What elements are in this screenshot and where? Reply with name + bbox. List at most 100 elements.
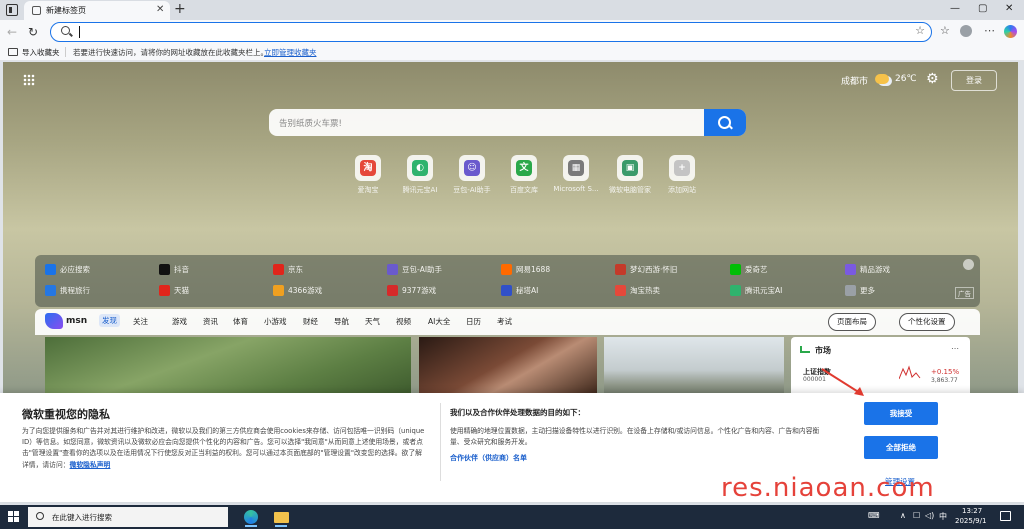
chevron-up-icon[interactable]: ∧ [900, 511, 906, 520]
favorites-hint: 若要进行快速访问，请将你的网址收藏放在此收藏夹栏上。 [73, 48, 268, 57]
shortcut-icon: ▣ [622, 160, 638, 176]
personalize-button[interactable]: 个性化设置 [899, 313, 955, 331]
page-layout-button[interactable]: 页面布局 [828, 313, 876, 331]
partners-link[interactable]: 合作伙伴（供应商）名单 [450, 453, 527, 463]
shortcut-tile[interactable]: 淘爱淘宝 [343, 155, 393, 195]
windows-start-icon[interactable] [8, 511, 19, 522]
msn-nav-tab[interactable]: 日历 [466, 316, 481, 327]
close-window-button[interactable]: ✕ [1005, 3, 1013, 14]
new-tab-button[interactable]: + [174, 1, 186, 17]
quick-link-icon [845, 285, 856, 296]
apps-grid-icon[interactable] [23, 74, 35, 86]
favorites-icon[interactable]: ☆ [940, 24, 950, 37]
msn-nav-tab[interactable]: 导航 [334, 316, 349, 327]
quick-link-label: 天猫 [174, 286, 189, 295]
copilot-icon[interactable] [1004, 25, 1017, 38]
file-explorer-taskbar-icon[interactable] [268, 507, 294, 527]
purposes-body: 使用精确的地理位置数据，主动扫描设备特性以进行识别。在设备上存储和/或访问信息。… [450, 427, 820, 447]
msn-logo-text: msn [66, 316, 88, 326]
shortcut-tile[interactable]: ▣ 微软电脑管家 [605, 155, 655, 195]
ime-indicator[interactable]: 中 [939, 511, 947, 522]
sparkline-icon [899, 365, 921, 380]
purposes-title: 我们以及合作伙伴处理数据的目的如下： [450, 408, 585, 417]
close-panel-icon[interactable] [963, 259, 974, 270]
shortcut-tile[interactable]: + 添加网站 [657, 155, 707, 195]
tab-strip: 新建标签页 ✕ + — ▢ ✕ [0, 0, 1024, 20]
gear-icon[interactable]: ⚙ [926, 71, 939, 87]
shortcut-tile[interactable]: ☺ 豆包-AI助手 [447, 155, 497, 195]
more-icon[interactable]: ⋯ [984, 24, 995, 37]
msn-nav-tab[interactable]: 视频 [396, 316, 411, 327]
search-button[interactable] [704, 109, 746, 136]
weather-city[interactable]: 成都市 [841, 74, 868, 87]
weather-temperature[interactable]: 26℃ [895, 74, 917, 84]
news-card-image[interactable] [419, 337, 597, 397]
volume-icon[interactable]: ◁) [925, 511, 934, 520]
quick-link-icon [730, 264, 741, 275]
divider [65, 47, 66, 57]
text-caret [79, 26, 80, 38]
edge-taskbar-icon[interactable] [238, 507, 264, 527]
shortcut-icon-frame: 淘 [355, 155, 381, 181]
shortcut-icon: 文 [516, 160, 532, 176]
notification-icon[interactable] [1000, 511, 1011, 521]
reject-all-button[interactable]: 全部拒绝 [864, 436, 938, 459]
maximize-button[interactable]: ▢ [978, 3, 987, 14]
shortcut-tile[interactable]: ◐ 腾讯元宝AI [395, 155, 445, 195]
active-indicator [275, 525, 287, 527]
keyboard-icon[interactable]: ⌨ [868, 511, 880, 520]
msn-nav-tab[interactable]: 资讯 [203, 316, 218, 327]
clock-date[interactable]: 2025/9/1 [955, 517, 986, 525]
minimize-button[interactable]: — [950, 3, 960, 14]
address-bar[interactable]: ☆ [50, 22, 932, 42]
tab-new-tab[interactable]: 新建标签页 ✕ [24, 1, 170, 20]
news-card-image[interactable] [604, 337, 784, 397]
back-icon[interactable]: ← [7, 25, 17, 39]
accept-button[interactable]: 我接受 [864, 402, 938, 425]
shortcut-tile[interactable]: ▦ Microsoft S... [551, 155, 601, 195]
quick-link-label: 必应搜索 [60, 265, 90, 274]
quick-link-icon [387, 285, 398, 296]
shortcut-icon-frame: ▣ [617, 155, 643, 181]
quick-link-label: 4366游戏 [288, 286, 323, 295]
network-icon[interactable]: ☐ [913, 511, 920, 520]
consent-title: 微软重视您的隐私 [22, 408, 110, 421]
shortcut-tile[interactable]: 文百度文库 [499, 155, 549, 195]
refresh-icon[interactable]: ↻ [28, 25, 38, 39]
news-card-image[interactable] [45, 337, 411, 397]
quick-link-label: 京东 [288, 265, 303, 274]
profile-avatar[interactable] [960, 25, 972, 37]
msn-nav-tab[interactable]: 天气 [365, 316, 380, 327]
login-button[interactable]: 登录 [951, 70, 997, 91]
import-favorites-button[interactable]: 导入收藏夹 [22, 47, 60, 58]
msn-nav-tab[interactable]: 考试 [497, 316, 512, 327]
quick-link-icon [159, 264, 170, 275]
quick-link-icon [615, 264, 626, 275]
msn-nav-tab[interactable]: 发现 [99, 314, 120, 327]
msn-nav-tab[interactable]: 小游戏 [264, 316, 287, 327]
page-icon [32, 6, 41, 15]
msn-nav-tab[interactable]: 体育 [233, 316, 248, 327]
taskbar-search[interactable]: 在此键入进行搜索 [28, 507, 228, 527]
market-widget[interactable]: 市场 ⋯ 上证指数 000001 +0.15% 3,863.77 [791, 337, 970, 397]
manage-favorites-link[interactable]: 立即管理收藏夹 [264, 47, 317, 58]
msn-nav-tab[interactable]: 游戏 [172, 316, 187, 327]
msn-nav-tab[interactable]: AI大全 [428, 316, 450, 327]
web-search-box[interactable]: 告别纸质火车票! [269, 109, 746, 136]
shortcut-icon: ◐ [412, 160, 428, 176]
quick-link-label: 网易1688 [516, 265, 551, 274]
msn-nav-tab[interactable]: 财经 [303, 316, 318, 327]
msn-feed-header: msn 发现 关注 游戏 资讯 体育 小游戏 财经 导航 天气 视频 AI大全 日历 考试 页面布局 个… [35, 309, 980, 335]
msn-nav-tab[interactable]: 关注 [133, 316, 148, 327]
more-icon[interactable]: ⋯ [951, 344, 959, 353]
active-indicator [245, 525, 257, 527]
shortcut-icon-frame: 文 [511, 155, 537, 181]
navigation-bar: ← ↻ ☆ ☆ ⋯ [0, 20, 1024, 44]
close-tab-icon[interactable]: ✕ [156, 4, 164, 15]
favorite-star-icon[interactable]: ☆ [915, 24, 925, 37]
clock-time[interactable]: 13:27 [962, 507, 982, 515]
windows-taskbar: 在此键入进行搜索 ⌨ ∧ ☐ ◁) 中 13:27 2025/9/1 [0, 505, 1024, 529]
tab-actions-icon[interactable] [6, 4, 18, 16]
privacy-statement-link[interactable]: 微软隐私声明 [70, 461, 111, 469]
favorites-bar: 导入收藏夹 若要进行快速访问，请将你的网址收藏放在此收藏夹栏上。 立即管理收藏夹 [0, 44, 1024, 61]
